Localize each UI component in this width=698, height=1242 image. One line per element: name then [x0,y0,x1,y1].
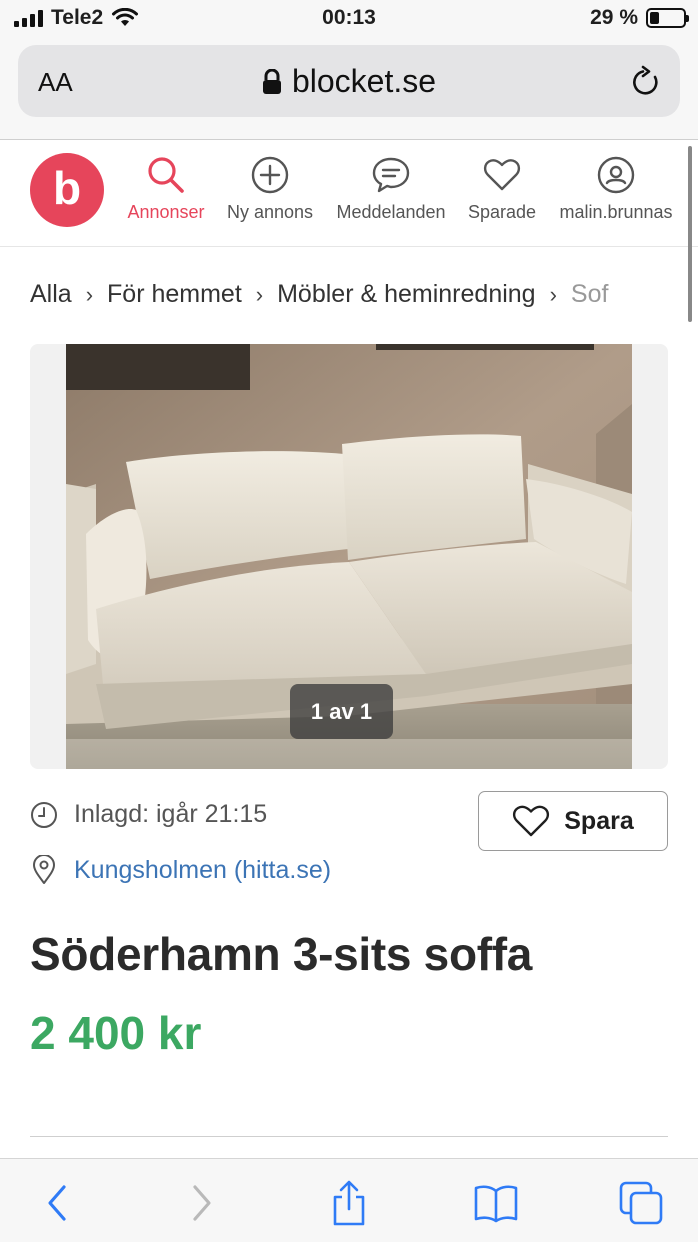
location-row: Kungsholmen (hitta.se) [30,855,331,885]
search-icon [148,157,184,193]
breadcrumb-item[interactable]: Möbler & heminredning [277,280,535,308]
nav-profile[interactable]: malin.brunnas [552,154,680,223]
clock-icon [31,801,57,828]
share-button[interactable] [325,1179,373,1227]
nav-annonser[interactable]: Annonser [122,154,210,223]
address-bar[interactable]: AA blocket.se [18,45,680,117]
nav-label: Sparade [467,202,537,222]
posted-row: Inlagd: igår 21:15 [30,800,267,829]
nav-label: Ny annons [226,202,314,222]
lock-icon [262,68,281,94]
scroll-indicator [688,146,692,322]
location-pin-icon [33,855,55,884]
reload-button[interactable] [630,65,662,104]
nav-sparade[interactable]: Sparade [464,154,540,223]
save-label: Spara [564,806,634,835]
bookmarks-icon [474,1185,518,1223]
url-display[interactable]: blocket.se [18,63,680,100]
chevron-right-icon: › [549,282,557,307]
location-link[interactable]: Kungsholmen (hitta.se) [74,856,331,885]
tabs-button[interactable] [617,1179,665,1227]
site-header: b Annonser Ny annons Meddelanden Sparade… [0,140,698,247]
reload-icon [633,65,658,95]
divider [30,1136,668,1137]
image-counter: 1 av 1 [290,684,393,739]
chevron-right-icon: › [255,282,264,307]
save-button[interactable]: Spara [478,791,668,851]
share-icon [333,1180,365,1226]
back-icon [48,1185,66,1221]
blocket-logo[interactable]: b [30,153,104,227]
posted-text: Inlagd: igår 21:15 [74,800,268,828]
status-right: 29 % [590,6,689,30]
forward-icon [193,1185,211,1221]
nav-label: malin.brunnas [559,202,673,222]
nav-label: Meddelanden [336,202,446,222]
battery-percent: 29 % [590,6,638,29]
browser-chrome: AA blocket.se [0,40,698,140]
plus-circle-icon [251,156,289,194]
browser-toolbar [0,1158,698,1242]
breadcrumb-item[interactable]: För hemmet [107,280,242,308]
chevron-right-icon: › [85,282,94,307]
nav-ny-annons[interactable]: Ny annons [222,154,318,223]
listing-title: Söderhamn 3-sits soffa [30,928,533,980]
forward-button[interactable] [178,1179,226,1227]
url-text: blocket.se [291,63,437,99]
heart-icon [513,805,550,837]
heart-icon [483,159,521,191]
status-bar: Tele2 00:13 29 % [0,0,698,40]
bookmarks-button[interactable] [472,1179,520,1227]
nav-meddelanden[interactable]: Meddelanden [330,154,452,223]
tabs-icon [619,1181,663,1225]
nav-label: Annonser [127,202,205,222]
breadcrumb-item[interactable]: Sof [571,280,609,308]
breadcrumb-item[interactable]: Alla [30,280,72,308]
breadcrumb: Alla › För hemmet › Möbler & heminredning › So… [30,280,680,309]
chat-bubble-icon [372,157,410,193]
battery-icon [646,8,689,28]
back-button[interactable] [33,1179,81,1227]
listing-price: 2 400 kr [30,1007,202,1059]
battery-fill [650,12,660,24]
user-icon [597,156,635,194]
